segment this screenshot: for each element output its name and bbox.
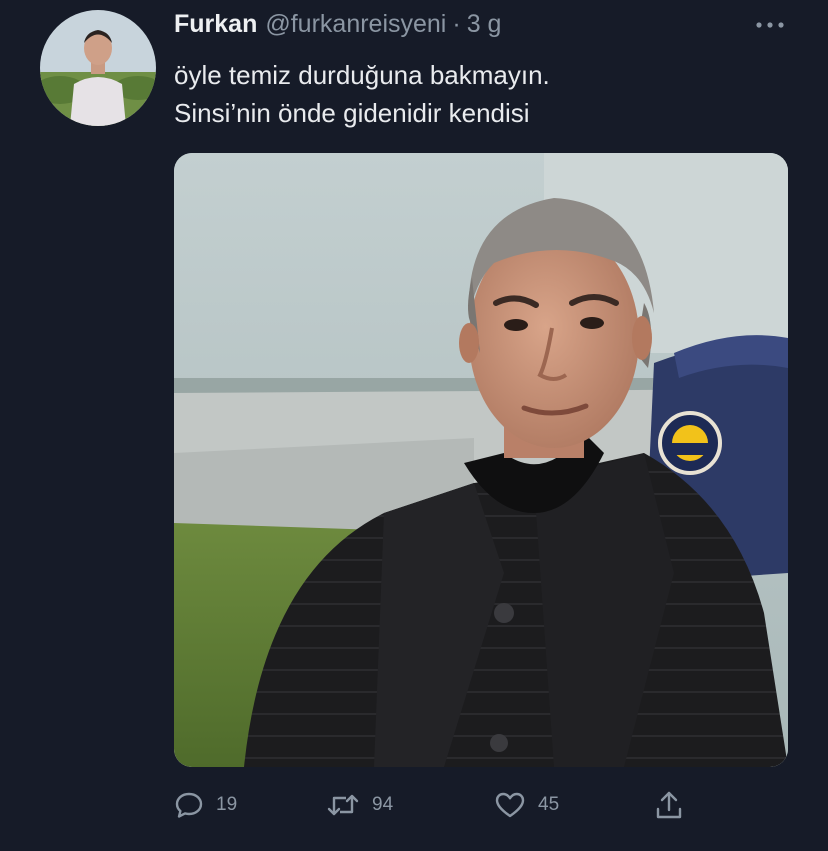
tweet-text-line: öyle temiz durduğuna bakmayın. (174, 60, 550, 90)
like-count: 45 (538, 794, 560, 815)
reply-icon (174, 790, 204, 820)
tweet-actions: 19 94 45 (174, 785, 714, 825)
retweet-button[interactable]: 94 (326, 785, 393, 825)
tweet: Furkan @furkanreisyeni · 3 g öyle temiz … (0, 0, 828, 851)
retweet-count: 94 (372, 794, 394, 815)
tweet-text: öyle temiz durduğuna bakmayın. Sinsi’nin… (174, 56, 774, 132)
display-name[interactable]: Furkan (174, 10, 257, 39)
tweet-header: Furkan @furkanreisyeni · 3 g (174, 10, 501, 44)
tweet-media-photo[interactable] (174, 153, 788, 767)
tweet-text-line: Sinsi’nin önde gidenidir kendisi (174, 98, 530, 128)
share-button[interactable] (654, 785, 684, 825)
timestamp[interactable]: 3 g (467, 10, 502, 39)
like-button[interactable]: 45 (494, 785, 559, 825)
more-icon (755, 16, 785, 34)
separator-dot: · (452, 10, 461, 38)
retweet-icon (326, 790, 360, 820)
avatar[interactable] (40, 10, 156, 126)
share-icon (654, 789, 684, 821)
more-options-button[interactable] (748, 10, 792, 40)
user-handle[interactable]: @furkanreisyeni (265, 10, 446, 39)
reply-count: 19 (216, 794, 238, 815)
reply-button[interactable]: 19 (174, 785, 237, 825)
like-icon (494, 790, 526, 820)
